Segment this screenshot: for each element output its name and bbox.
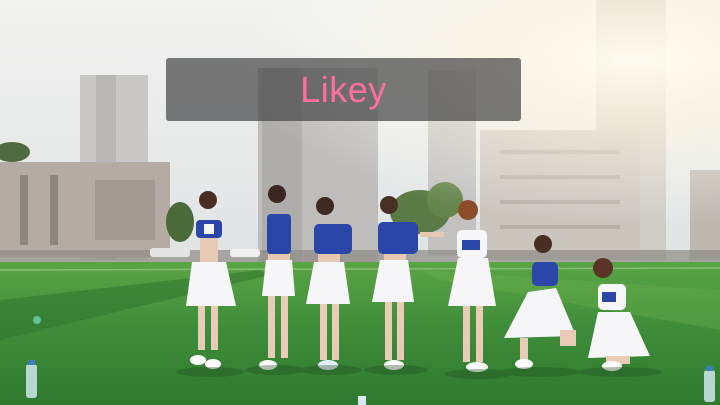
subtitle-caption-text: Likey — [300, 68, 387, 110]
subtitle-caption-box: Likey — [166, 58, 521, 121]
